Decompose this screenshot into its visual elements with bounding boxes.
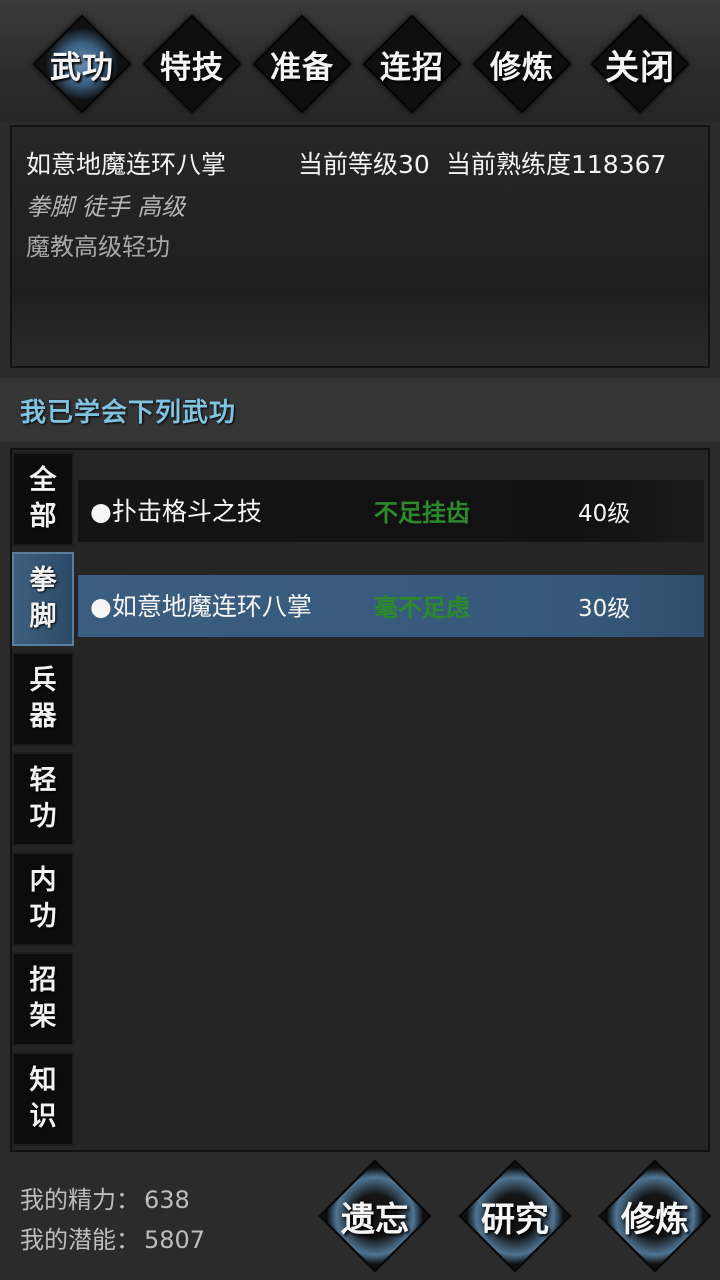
category-tab-char: 内 [29, 865, 57, 896]
research-button[interactable]: 研究 [456, 1159, 574, 1273]
tab-label: 修炼 [490, 49, 554, 86]
close-button[interactable]: 关闭 [590, 14, 690, 114]
learned-skills-header: 我已学会下列武功 [0, 378, 720, 442]
tab-label: 武功 [50, 49, 114, 86]
train-button[interactable]: 修炼 [596, 1159, 714, 1273]
skill-category: 拳脚 徒手 高级 [26, 193, 186, 221]
potential-stat: 我的潜能： 5807 [20, 1220, 205, 1255]
category-tab-char: 架 [29, 1001, 57, 1032]
category-tab-char: 部 [29, 501, 57, 532]
tab-prepare[interactable]: 准备 [252, 14, 352, 114]
category-tab-parry[interactable]: 招 架 [12, 952, 74, 1046]
skill-row-status: 不足挂齿 [374, 498, 470, 527]
category-tab-all[interactable]: 全 部 [12, 452, 74, 546]
research-label: 研究 [481, 1199, 549, 1240]
energy-value: 638 [144, 1186, 190, 1214]
category-tab-char: 拳 [29, 565, 57, 596]
category-tab-char: 轻 [29, 765, 57, 796]
close-label: 关闭 [605, 47, 675, 88]
tab-special-skills[interactable]: 特技 [142, 14, 242, 114]
current-proficiency: 当前熟练度118367 [446, 150, 667, 179]
section-title: 我已学会下列武功 [20, 398, 237, 428]
skill-row-name: ●如意地魔连环八掌 [90, 592, 312, 621]
category-tab-char: 器 [29, 701, 57, 732]
skill-info-panel: 如意地魔连环八掌 当前等级30 当前熟练度118367 拳脚 徒手 高级 魔教高… [10, 125, 710, 368]
category-tab-fist[interactable]: 拳 脚 [12, 552, 74, 646]
tab-label: 连招 [380, 49, 444, 86]
category-tab-knowledge[interactable]: 知 识 [12, 1052, 74, 1146]
skill-list-frame [10, 448, 710, 1152]
category-tab-weapon[interactable]: 兵 器 [12, 652, 74, 746]
skill-row[interactable]: ●扑击格斗之技 不足挂齿 40级 [78, 480, 704, 542]
category-tab-char: 招 [29, 965, 57, 996]
skill-row-level: 40级 [578, 501, 631, 527]
category-tab-internal[interactable]: 内 功 [12, 852, 74, 946]
train-label: 修炼 [621, 1199, 689, 1240]
skill-name: 如意地魔连环八掌 [26, 150, 227, 179]
forget-button[interactable]: 遗忘 [316, 1159, 434, 1273]
forget-label: 遗忘 [341, 1199, 409, 1240]
category-tab-lightness[interactable]: 轻 功 [12, 752, 74, 846]
energy-stat: 我的精力： 638 [20, 1180, 190, 1215]
category-tab-char: 识 [29, 1101, 57, 1132]
skill-row-name: ●扑击格斗之技 [90, 497, 262, 526]
top-tab-bar: 武功 特技 准备 连招 修炼 关闭 [0, 0, 720, 122]
tab-train[interactable]: 修炼 [472, 14, 572, 114]
potential-value: 5807 [144, 1226, 206, 1254]
tab-label: 准备 [270, 49, 334, 86]
category-tab-char: 兵 [29, 665, 57, 696]
skill-row-selected[interactable]: ●如意地魔连环八掌 毫不足虑 30级 [78, 575, 704, 637]
current-level: 当前等级30 [298, 150, 430, 179]
tab-label: 特技 [160, 49, 224, 86]
category-tab-char: 功 [29, 901, 57, 932]
energy-label: 我的精力： [20, 1186, 140, 1214]
category-tab-char: 全 [29, 465, 57, 496]
category-tab-char: 知 [29, 1065, 57, 1096]
skill-row-status: 毫不足虑 [374, 593, 470, 622]
potential-label: 我的潜能： [20, 1226, 140, 1254]
category-tab-char: 脚 [29, 601, 57, 632]
category-tab-char: 功 [29, 801, 57, 832]
tab-martial-arts[interactable]: 武功 [32, 14, 132, 114]
skill-description: 魔教高级轻功 [26, 233, 170, 261]
tab-combo[interactable]: 连招 [362, 14, 462, 114]
skill-row-level: 30级 [578, 596, 631, 622]
